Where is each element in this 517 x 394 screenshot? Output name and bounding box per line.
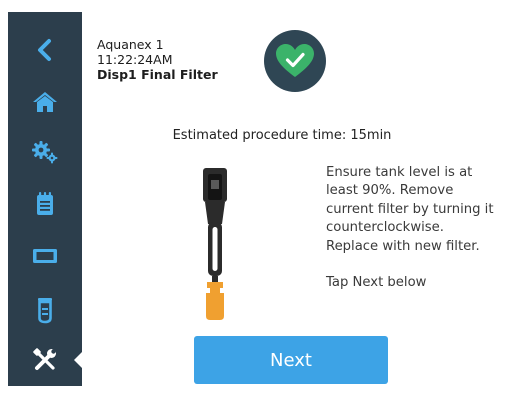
maintenance-button[interactable]: [8, 340, 83, 380]
clipboard-icon: [37, 192, 53, 215]
main-panel: Aquanex 1 11:22:24AM Disp1 Final Filter …: [82, 12, 509, 386]
gears-icon: [32, 141, 58, 164]
back-icon: [38, 39, 51, 61]
device-name: Aquanex 1: [97, 37, 164, 52]
display-icon: [33, 249, 57, 263]
instructions: Ensure tank level is at least 90%. Remov…: [326, 164, 496, 292]
settings-button[interactable]: [8, 132, 82, 172]
sidebar: [8, 12, 83, 386]
cylinder-icon: [38, 298, 52, 324]
heart-check-icon: [276, 44, 314, 77]
page-title: Disp1 Final Filter: [97, 67, 218, 82]
tap-next-hint: Tap Next below: [326, 275, 427, 291]
next-button[interactable]: Next: [194, 336, 388, 384]
estimated-time: Estimated procedure time: 15min: [172, 128, 392, 143]
device-time: 11:22:24AM: [97, 52, 173, 67]
consumables-button[interactable]: [8, 290, 82, 330]
back-button[interactable]: [8, 30, 82, 70]
home-icon: [33, 92, 57, 112]
filter-illustration: [203, 168, 227, 320]
device-info: Aquanex 1 11:22:24AM Disp1 Final Filter: [97, 37, 218, 82]
display-button[interactable]: [8, 236, 82, 276]
status-badge: [264, 30, 326, 92]
home-button[interactable]: [8, 82, 82, 122]
log-button[interactable]: [8, 184, 82, 224]
tools-icon: [33, 348, 56, 370]
instruction-text: Ensure tank level is at least 90%. Remov…: [326, 165, 494, 254]
